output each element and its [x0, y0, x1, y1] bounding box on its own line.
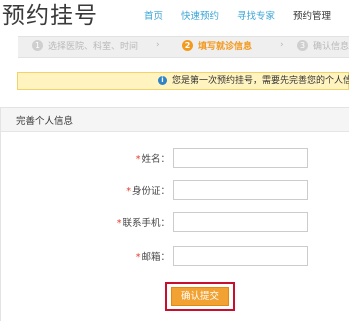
page-title: 预约挂号: [2, 3, 98, 29]
email-input[interactable]: [173, 246, 308, 266]
id-card-input[interactable]: [173, 180, 308, 200]
first-time-notice: i 您是第一次预约挂号，需要先完善您的个人信息: [17, 72, 349, 90]
required-mark: *: [116, 218, 122, 229]
email-label: *邮箱：: [135, 252, 170, 263]
phone-input[interactable]: [173, 212, 308, 232]
step-progress-bar: 1 选择医院、科室、时间 › 2 填写就诊信息 › 3 确认信息: [18, 36, 349, 58]
nav-item-booking-management[interactable]: 预约管理: [293, 10, 331, 24]
section-title: 完善个人信息: [16, 116, 74, 127]
step-number-badge: 1: [32, 40, 43, 51]
step-select-hospital: 1 选择医院、科室、时间: [32, 39, 138, 52]
phone-label: *联系手机：: [116, 218, 170, 229]
step-arrow-icon: ›: [280, 40, 284, 50]
form-row-name: *姓名：: [1, 148, 349, 168]
nav-item-find-expert[interactable]: 寻找专家: [237, 10, 275, 24]
name-label: *姓名：: [135, 154, 170, 165]
step-number-badge: 3: [297, 40, 308, 51]
nav-item-home[interactable]: 首页: [144, 10, 163, 24]
id-card-label: *身份证：: [126, 186, 170, 197]
form-row-email: *邮箱：: [1, 246, 349, 266]
step-fill-info: 2 填写就诊信息: [182, 39, 252, 52]
nav-item-quick-booking[interactable]: 快速预约: [181, 10, 219, 24]
step-label: 选择医院、科室、时间: [48, 42, 139, 52]
required-mark: *: [135, 154, 141, 165]
step-confirm-info: 3 确认信息: [297, 39, 349, 52]
step-label: 填写就诊信息: [198, 42, 253, 52]
submit-highlight-box: 确认提交: [165, 282, 235, 311]
confirm-submit-button[interactable]: 确认提交: [171, 287, 229, 306]
info-icon: i: [158, 76, 167, 85]
notice-text: 您是第一次预约挂号，需要先完善您的个人信息: [172, 76, 349, 86]
step-number-badge: 2: [182, 40, 193, 51]
form-row-id-card: *身份证：: [1, 180, 349, 200]
required-mark: *: [126, 186, 131, 197]
name-input[interactable]: [173, 148, 308, 168]
top-nav: 首页 快速预约 寻找专家 预约管理: [144, 10, 331, 24]
form-row-phone: *联系手机：: [1, 212, 349, 232]
panel-header: 完善个人信息: [1, 108, 349, 132]
step-arrow-icon: ›: [156, 40, 160, 50]
required-mark: *: [135, 252, 141, 263]
step-label: 确认信息: [313, 42, 349, 52]
